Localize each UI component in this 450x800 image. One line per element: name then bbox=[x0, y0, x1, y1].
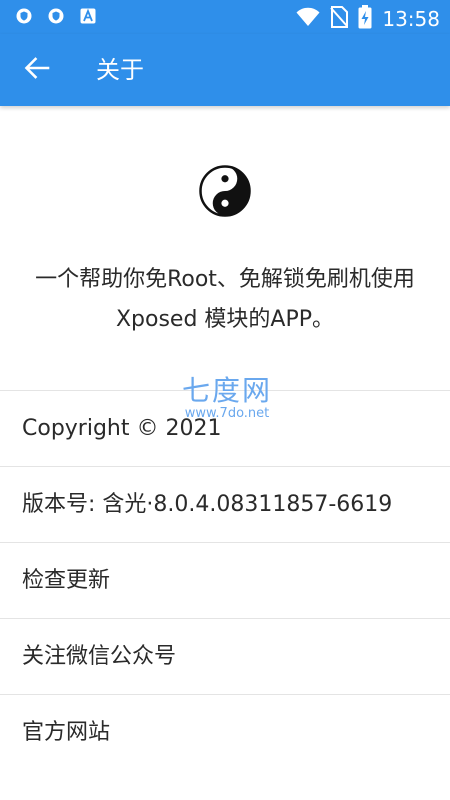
list-item-version[interactable]: 版本号: 含光·8.0.4.08311857-6619 bbox=[0, 466, 450, 542]
yin-yang-icon bbox=[199, 165, 251, 217]
list-item-label: 官方网站 bbox=[22, 720, 111, 745]
list-item-copyright: Copyright © 2021 bbox=[0, 390, 450, 466]
list-item-wechat[interactable]: 关注微信公众号 bbox=[0, 618, 450, 694]
shield-icon bbox=[48, 8, 64, 24]
system-icons: 13:58 bbox=[296, 5, 440, 33]
about-list: Copyright © 2021 版本号: 含光·8.0.4.08311857-… bbox=[0, 390, 450, 770]
list-item-label: 关注微信公众号 bbox=[22, 644, 177, 669]
about-screen: 13:58 关于 一个帮助你免Root、免解锁免刷机使用 Xposed 模块的A… bbox=[0, 0, 450, 800]
list-item-label: Copyright © 2021 bbox=[22, 416, 222, 441]
back-button[interactable] bbox=[18, 52, 56, 88]
app-bar: 关于 bbox=[0, 34, 450, 106]
text-a-icon bbox=[80, 8, 96, 24]
list-item-check-update[interactable]: 检查更新 bbox=[0, 542, 450, 618]
arrow-left-icon bbox=[24, 57, 50, 83]
status-bar: 13:58 bbox=[0, 0, 450, 34]
shield-icon bbox=[16, 8, 32, 24]
wifi-icon bbox=[296, 7, 320, 31]
notification-icons bbox=[16, 8, 96, 24]
app-description: 一个帮助你免Root、免解锁免刷机使用 Xposed 模块的APP。 bbox=[35, 267, 415, 332]
list-item-label: 版本号: 含光·8.0.4.08311857-6619 bbox=[22, 492, 393, 517]
battery-charging-icon bbox=[358, 5, 372, 33]
page-title: 关于 bbox=[96, 56, 144, 84]
list-item-website[interactable]: 官方网站 bbox=[0, 694, 450, 770]
status-time: 13:58 bbox=[382, 7, 440, 31]
no-sim-icon bbox=[330, 6, 349, 32]
list-item-label: 检查更新 bbox=[22, 568, 111, 593]
